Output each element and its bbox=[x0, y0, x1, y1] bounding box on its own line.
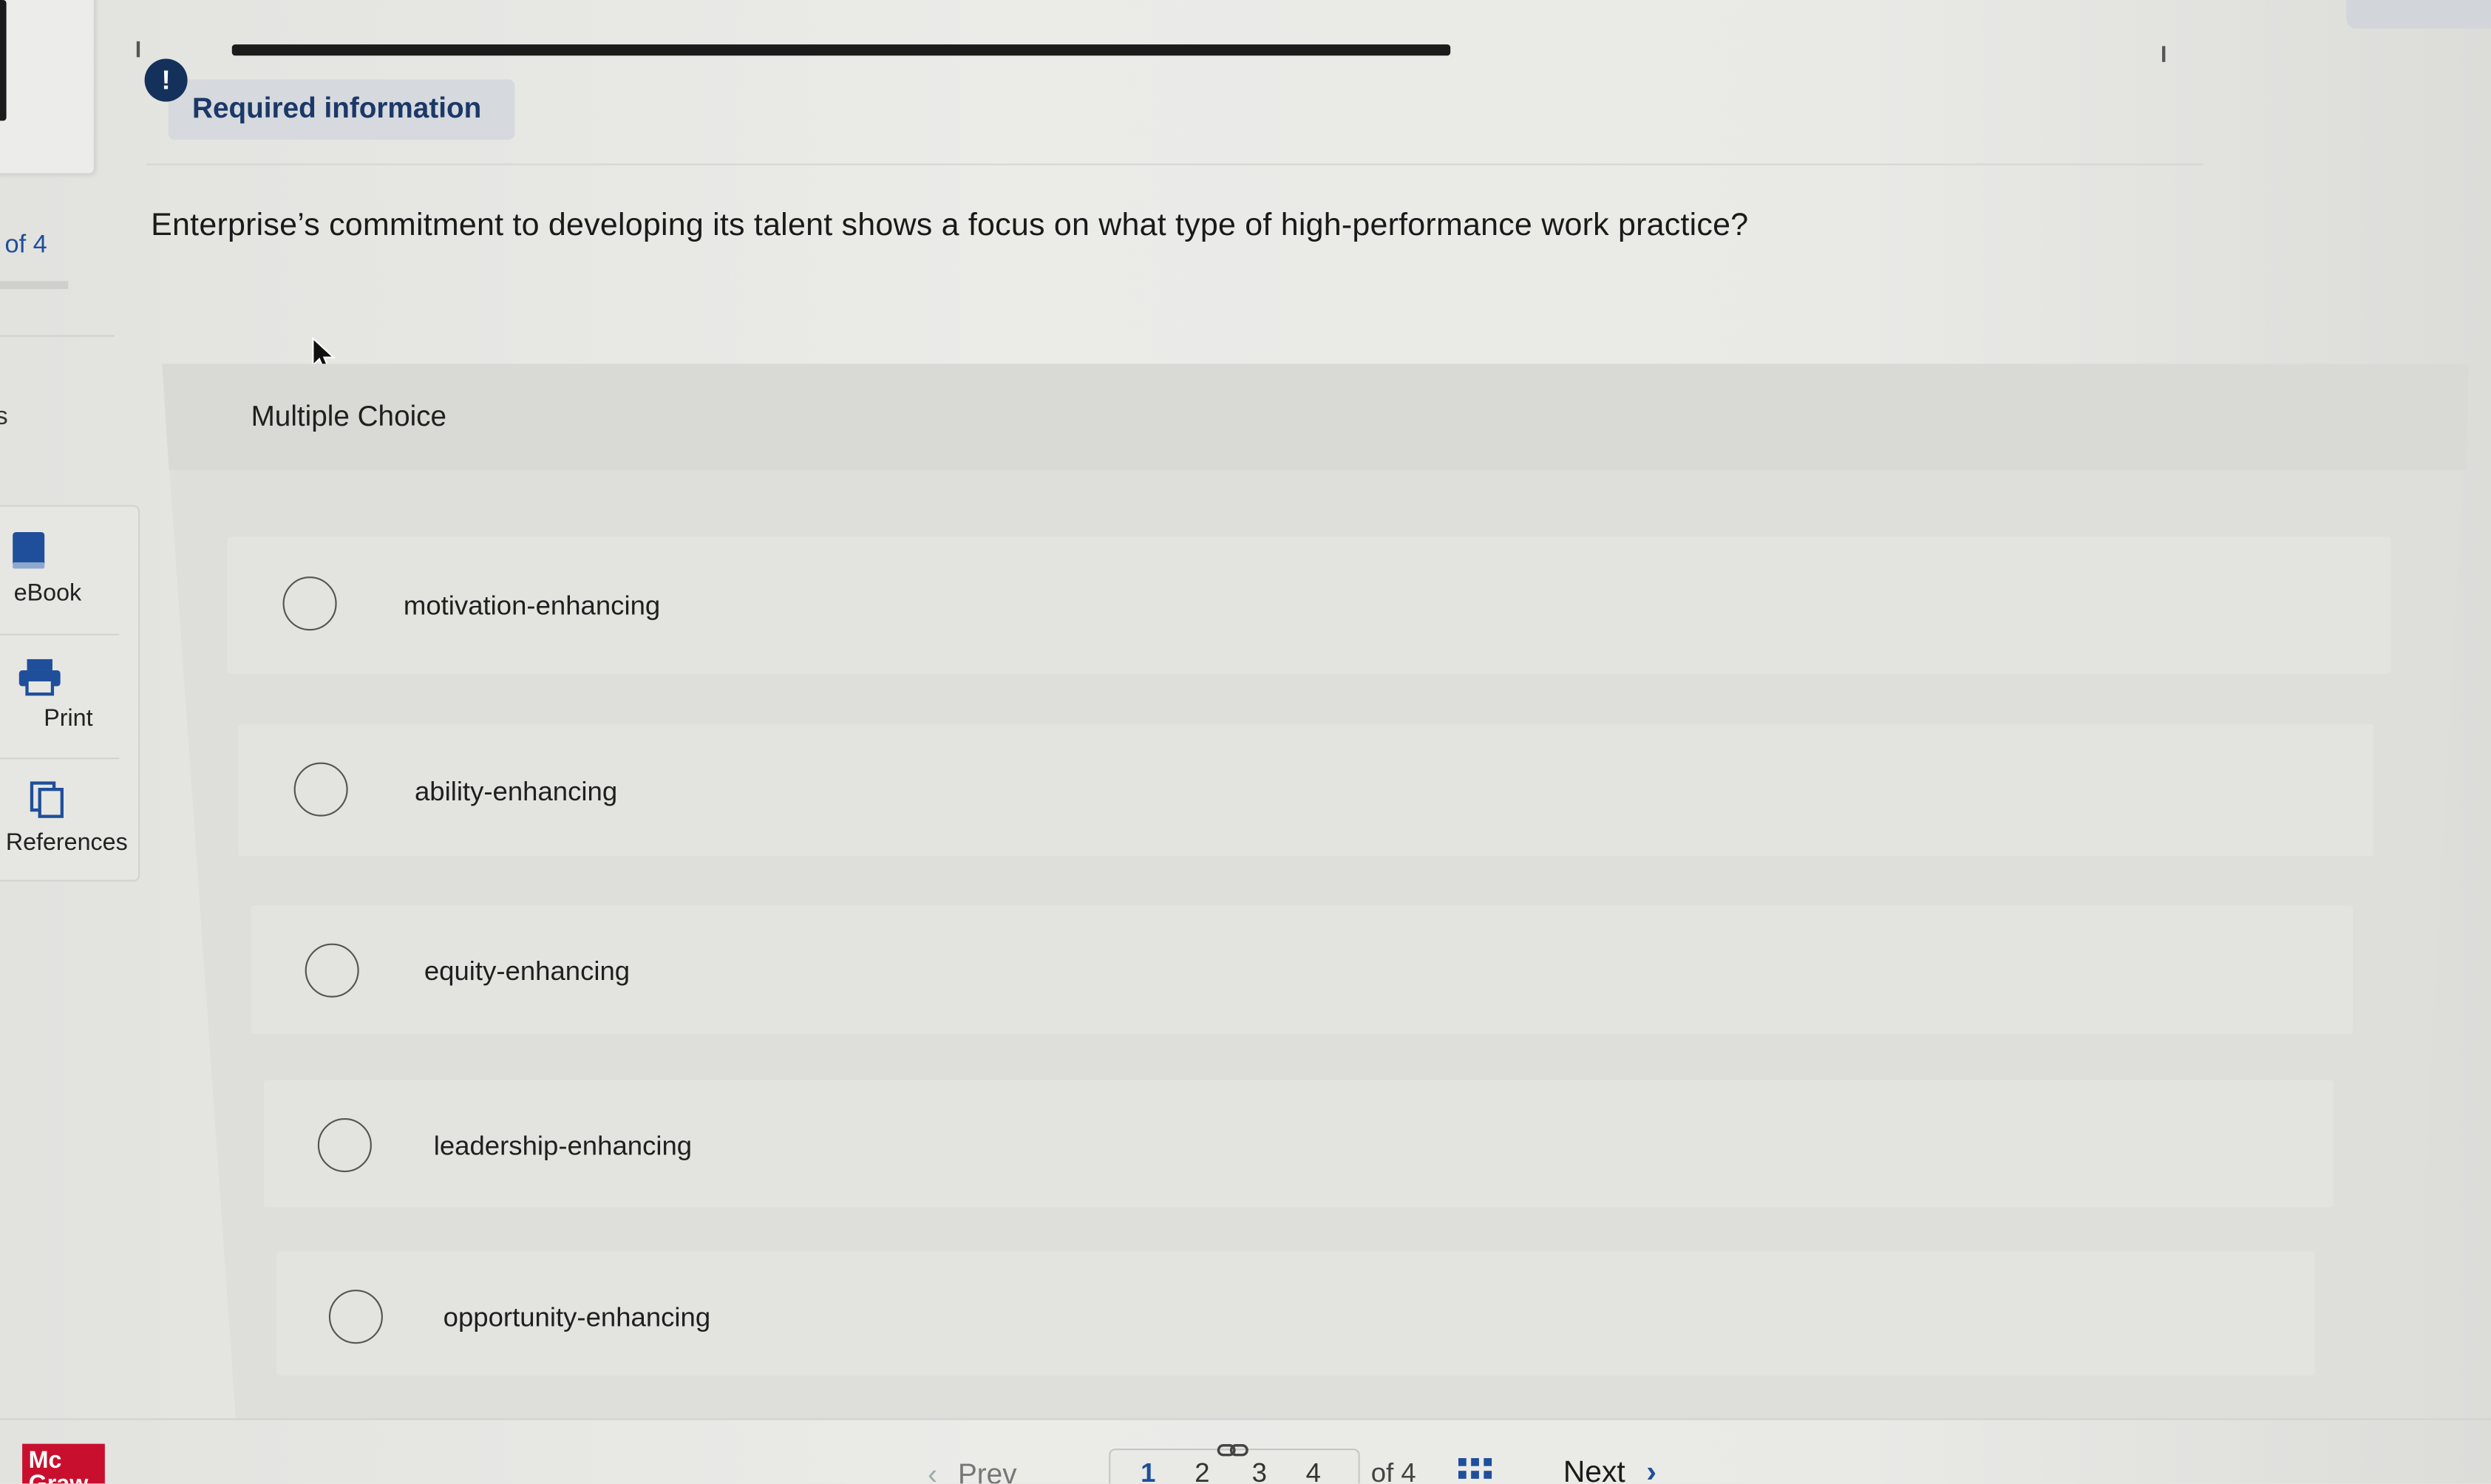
answer-option[interactable]: equity-enhancing bbox=[251, 905, 2353, 1035]
multiple-choice-title: Multiple Choice bbox=[251, 400, 447, 432]
multiple-choice-header bbox=[162, 364, 2469, 471]
assignment-progress-bar bbox=[231, 44, 1451, 56]
chevron-right-icon: › bbox=[1646, 1456, 1656, 1484]
ebook-button[interactable]: eBook bbox=[0, 529, 129, 607]
header-tick bbox=[2162, 46, 2166, 62]
radio-button[interactable] bbox=[305, 943, 359, 998]
check-my-work-button[interactable] bbox=[2346, 0, 2491, 29]
answer-option-label: leadership-enhancing bbox=[433, 1131, 693, 1162]
radio-button[interactable] bbox=[293, 762, 348, 817]
print-button[interactable]: Print bbox=[0, 658, 129, 732]
prev-label: Prev bbox=[958, 1457, 1017, 1484]
chevron-left-icon: ‹ bbox=[928, 1457, 938, 1484]
link-icon bbox=[1217, 1444, 1248, 1457]
ebook-label: eBook bbox=[13, 579, 82, 607]
page-count-label: of 4 bbox=[1370, 1457, 1416, 1484]
answer-option[interactable]: opportunity-enhancing bbox=[276, 1251, 2315, 1376]
radio-button[interactable] bbox=[328, 1290, 383, 1344]
sidebar-tools: eBook Print References bbox=[0, 505, 140, 882]
sidebar-partial-text: s bbox=[0, 404, 8, 432]
references-icon bbox=[30, 781, 64, 818]
book-icon bbox=[13, 531, 45, 569]
tool-divider bbox=[0, 633, 120, 636]
answer-option[interactable]: ability-enhancing bbox=[238, 724, 2373, 857]
print-label: Print bbox=[44, 705, 93, 732]
references-button[interactable]: References bbox=[0, 778, 129, 856]
sidebar-top-card bbox=[0, 0, 95, 175]
sidebar-top-bar bbox=[0, 0, 7, 121]
radio-button[interactable] bbox=[317, 1118, 372, 1173]
question-text: Enterprise’s commitment to developing it… bbox=[151, 208, 1749, 243]
radio-button[interactable] bbox=[282, 576, 337, 631]
required-information-label: Required information bbox=[192, 92, 482, 124]
assignment-screen: of 4 s eBook Print References bbox=[0, 0, 2491, 1484]
mcgraw-logo: McGraw bbox=[22, 1443, 105, 1484]
header-tick bbox=[136, 41, 140, 58]
question-progress-text: of 4 bbox=[4, 231, 47, 259]
next-button[interactable]: Next › bbox=[1563, 1457, 1656, 1484]
header-divider bbox=[146, 163, 2203, 166]
prev-button[interactable]: ‹ Prev bbox=[928, 1458, 1016, 1483]
answer-option[interactable]: leadership-enhancing bbox=[263, 1080, 2334, 1208]
page-link-1[interactable]: 1 bbox=[1141, 1458, 1155, 1483]
footer-divider bbox=[0, 1418, 2491, 1420]
page-link-3[interactable]: 3 bbox=[1252, 1458, 1267, 1483]
page-link-2[interactable]: 2 bbox=[1194, 1458, 1209, 1483]
answer-option[interactable]: motivation-enhancing bbox=[227, 537, 2391, 674]
page-link-4[interactable]: 4 bbox=[1306, 1458, 1321, 1483]
question-progress-bar bbox=[0, 281, 69, 290]
printer-icon bbox=[18, 658, 61, 696]
grid-view-icon[interactable] bbox=[1458, 1457, 1493, 1483]
references-label: References bbox=[5, 828, 128, 857]
sidebar-divider bbox=[0, 335, 115, 337]
next-label: Next bbox=[1563, 1456, 1625, 1484]
tool-divider bbox=[0, 758, 120, 760]
alert-icon: ! bbox=[144, 58, 188, 102]
answer-option-label: equity-enhancing bbox=[424, 956, 631, 987]
answer-option-label: opportunity-enhancing bbox=[443, 1302, 711, 1333]
answer-option-label: ability-enhancing bbox=[414, 776, 618, 807]
answer-option-label: motivation-enhancing bbox=[403, 590, 661, 622]
